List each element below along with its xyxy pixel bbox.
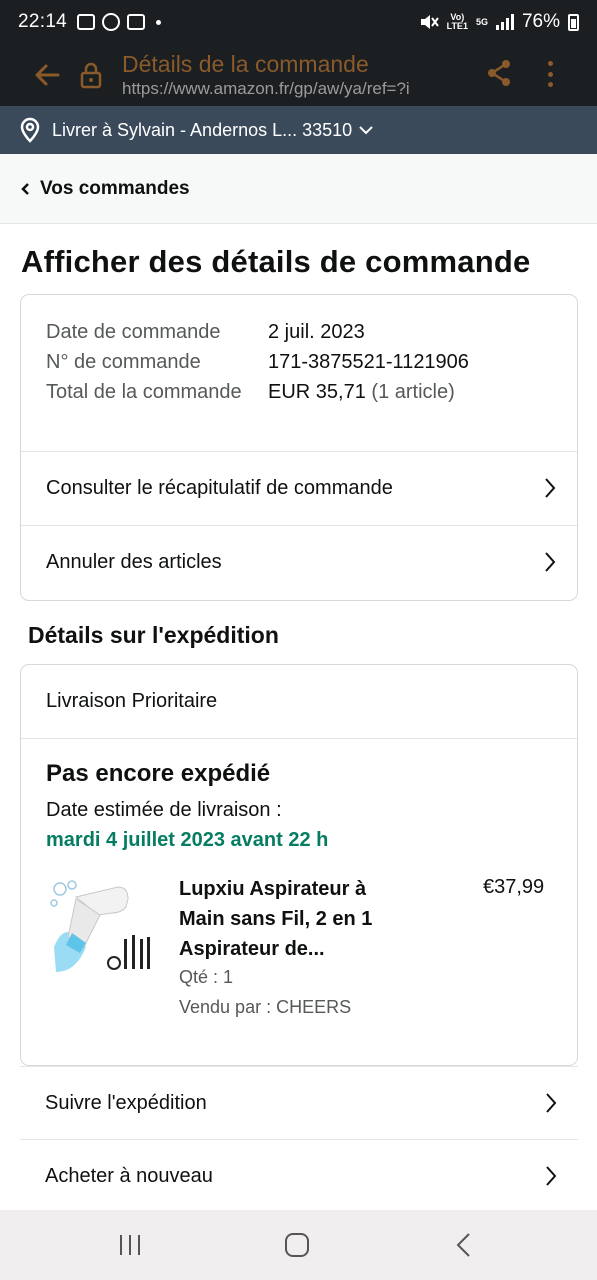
shipment-card: Livraison Prioritaire Pas encore expédié… (20, 664, 578, 1066)
battery-percent: 76% (521, 11, 560, 32)
order-total-value: EUR 35,71 (1 article) (268, 377, 455, 407)
arrow-left-icon (35, 64, 60, 86)
system-navigation-bar (0, 1210, 597, 1280)
order-number-row: N° de commande 171-3875521-1121906 (46, 347, 552, 377)
lock-icon (80, 62, 102, 89)
order-date-label: Date de commande (46, 321, 221, 343)
network-5g-icon: 5G (475, 16, 488, 27)
cancel-items-link[interactable]: Annuler des articles (21, 525, 577, 599)
browser-toolbar: Détails de la commande https://www.amazo… (0, 44, 597, 106)
news-app-icon (127, 14, 146, 30)
page-tab-title: Détails de la commande (122, 51, 369, 77)
order-total-count: (1 article) (371, 381, 455, 403)
status-time: 22:14 (18, 11, 68, 32)
product-title-link[interactable]: Lupxiu Aspirateur à Main sans Fil, 2 en … (179, 874, 409, 964)
order-date-value: 2 juil. 2023 (268, 321, 365, 343)
estimated-delivery-date: mardi 4 juillet 2023 avant 22 h (46, 829, 329, 851)
order-info: Date de commande 2 juil. 2023 N° de comm… (21, 295, 577, 407)
more-notifications-icon (156, 19, 162, 25)
product-quantity: Qté : 1 (179, 967, 234, 987)
page-title: Afficher des détails de commande (21, 244, 531, 279)
order-total-row: Total de la commande EUR 35,71 (1 articl… (46, 377, 552, 407)
track-shipment-link[interactable]: Suivre l'expédition (20, 1066, 578, 1140)
address-bar[interactable]: Détails de la commande https://www.amazo… (122, 50, 410, 100)
system-icons: Vo) LTE1 5G 76% (419, 11, 579, 33)
order-number-label: N° de commande (46, 351, 201, 373)
share-button[interactable] (486, 58, 512, 88)
order-number-value: 171-3875521-1121906 (268, 351, 469, 373)
recent-apps-button[interactable] (116, 1232, 146, 1258)
product-seller: Vendu par : CHEERS (179, 997, 352, 1017)
breadcrumb[interactable]: Vos commandes (0, 154, 597, 224)
back-button[interactable] (30, 58, 64, 92)
shipment-status: Pas encore expédié (46, 760, 271, 787)
view-order-summary-link[interactable]: Consulter le récapitulatif de commande (21, 451, 577, 525)
order-summary-card: Date de commande 2 juil. 2023 N° de comm… (20, 294, 578, 601)
battery-icon (568, 13, 579, 31)
home-button[interactable] (282, 1232, 312, 1258)
signal-icon (495, 14, 514, 30)
page-url: https://www.amazon.fr/gp/aw/ya/ref=?i (122, 79, 410, 98)
whatsapp-icon (102, 13, 121, 31)
notification-icons (77, 13, 162, 31)
status-bar: 22:14 Vo) LTE1 5G 76% (0, 0, 597, 44)
site-info-button[interactable] (78, 60, 104, 90)
product-price: €37,99 (483, 876, 545, 898)
mute-icon (420, 15, 439, 29)
estimated-delivery-label: Date estimée de livraison : (46, 799, 282, 821)
more-options-button[interactable] (540, 58, 560, 90)
product-image[interactable] (46, 877, 152, 983)
shipment-section-title: Détails sur l'expédition (28, 622, 279, 648)
delivery-type: Livraison Prioritaire (21, 665, 577, 739)
chevron-left-icon (21, 182, 29, 195)
order-date-row: Date de commande 2 juil. 2023 (46, 317, 552, 347)
location-pin-icon (20, 117, 40, 143)
buy-again-label: Acheter à nouveau (45, 1165, 213, 1187)
chevron-right-icon (545, 552, 556, 572)
track-shipment-label: Suivre l'expédition (45, 1092, 207, 1114)
deliver-to-bar[interactable]: Livrer à Sylvain - Andernos L... 33510 (0, 106, 597, 154)
breadcrumb-label: Vos commandes (40, 177, 190, 199)
cancel-items-label: Annuler des articles (46, 551, 222, 573)
deliver-to-label: Livrer à Sylvain - Andernos L... 33510 (52, 119, 353, 140)
order-total-label: Total de la commande (46, 381, 242, 403)
share-icon (488, 60, 510, 86)
buy-again-link[interactable]: Acheter à nouveau (20, 1139, 578, 1213)
chevron-right-icon (546, 1166, 557, 1186)
chevron-down-icon (359, 126, 373, 135)
view-order-summary-label: Consulter le récapitulatif de commande (46, 477, 393, 499)
volte-icon: Vo) LTE1 (446, 12, 468, 31)
system-back-button[interactable] (450, 1232, 480, 1258)
chevron-right-icon (546, 1093, 557, 1113)
order-total-amount: EUR 35,71 (268, 381, 366, 403)
gallery-icon (77, 14, 96, 30)
chevron-right-icon (545, 478, 556, 498)
